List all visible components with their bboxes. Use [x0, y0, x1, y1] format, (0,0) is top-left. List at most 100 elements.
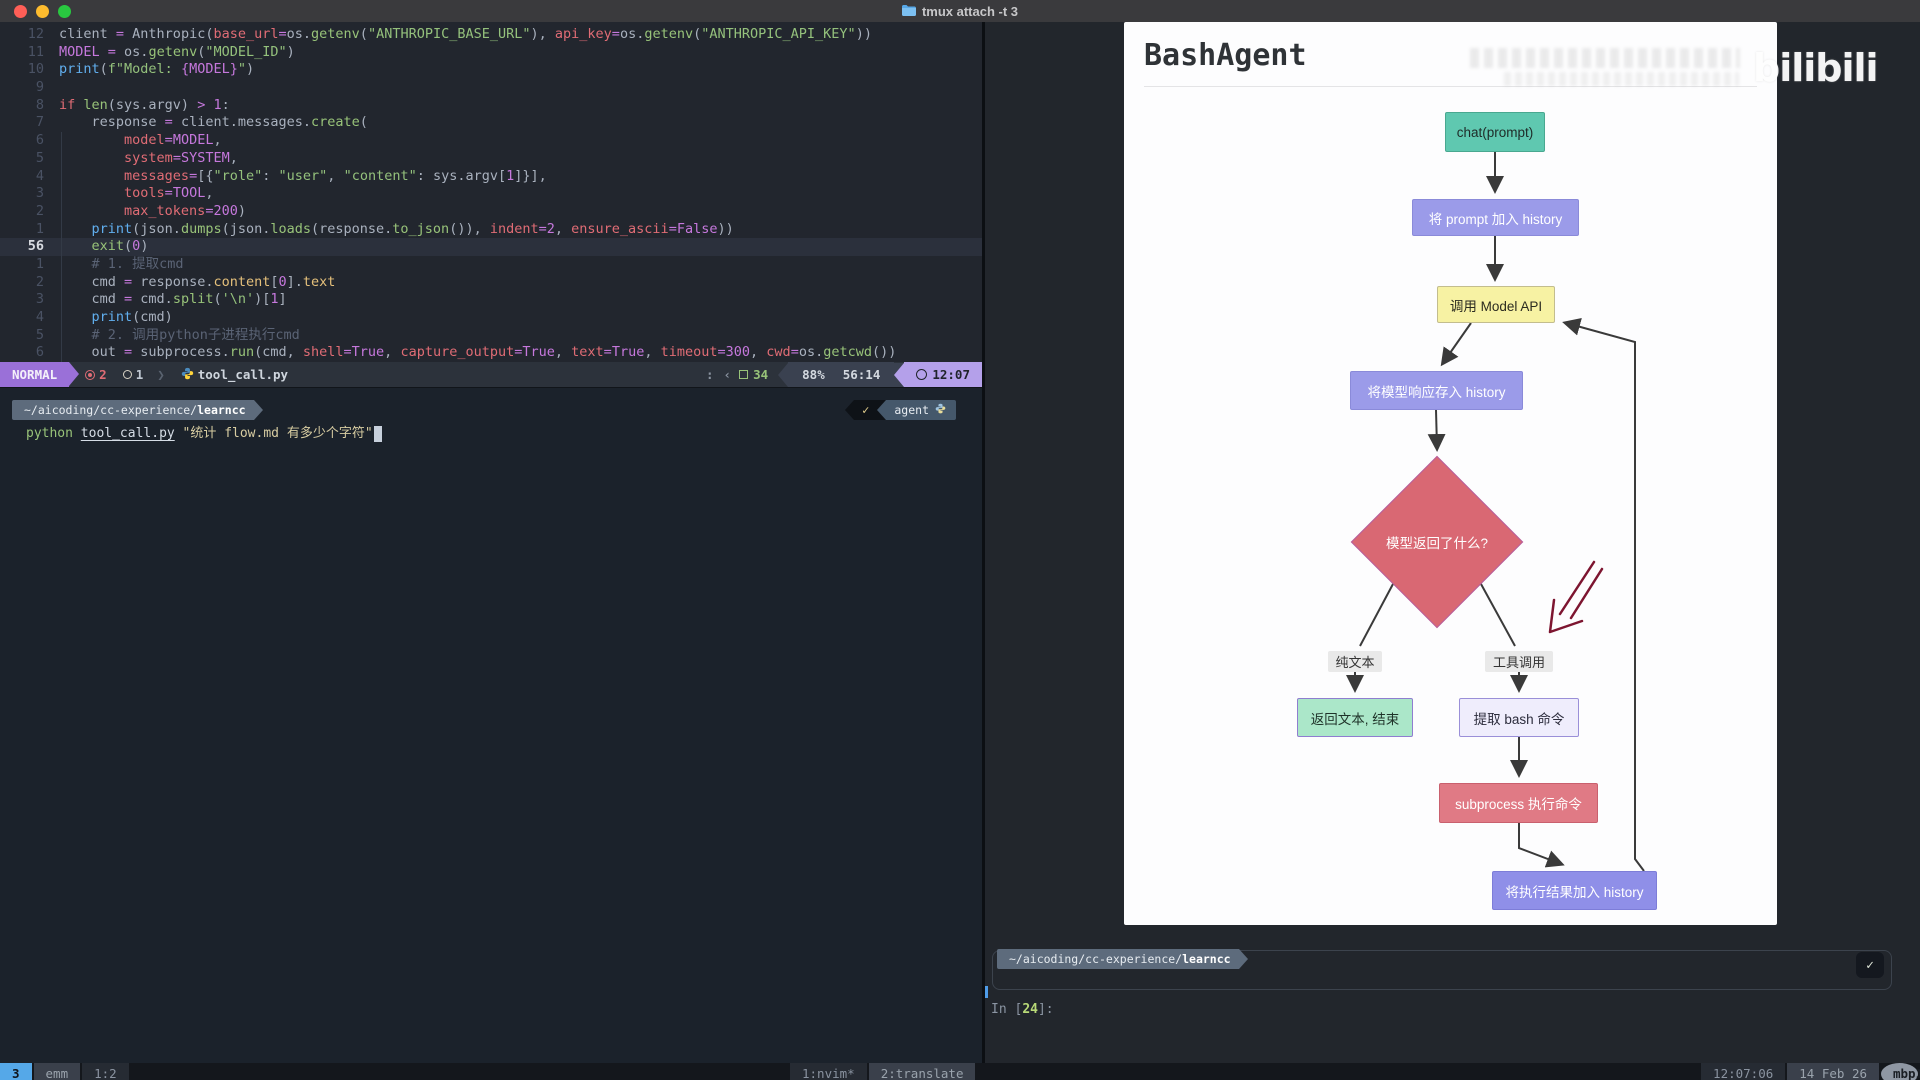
code-line[interactable]: 5 system=SYSTEM,: [0, 150, 982, 168]
cwd-badge: ~/aicoding/cc-experience/learncc: [997, 949, 1239, 969]
cursor-position: 56:14: [843, 362, 881, 387]
tmux-segment[interactable]: 1:2: [82, 1063, 129, 1080]
scroll-percent: 88%: [802, 362, 825, 387]
python-icon: [181, 367, 194, 383]
right-prompt: ✓ agent: [845, 400, 956, 420]
exit-status-check: ✓: [1856, 952, 1884, 978]
code-line[interactable]: 10print(f"Model: {MODEL}"): [0, 61, 982, 79]
indent-guide: [61, 132, 62, 382]
cell-indicator: [985, 986, 988, 998]
embedded-terminal[interactable]: ~/aicoding/cc-experience/learncc ✓ agent…: [0, 388, 982, 1063]
tmux-center: 1:nvim*2:translate: [790, 1063, 977, 1080]
tmux-segment[interactable]: 2:translate: [869, 1063, 976, 1080]
code-line[interactable]: 2 max_tokens=200): [0, 203, 982, 221]
cwd-prefix: ~/aicoding/cc-experience/: [24, 403, 197, 417]
tmux-segment[interactable]: 12:07:06: [1701, 1063, 1785, 1080]
code-line[interactable]: 4 print(cmd): [0, 309, 982, 327]
tmux-segment[interactable]: 1:nvim*: [790, 1063, 867, 1080]
check-icon: ✓: [1866, 958, 1874, 973]
tmux-segment[interactable]: mbp14-m7: [1881, 1063, 1918, 1080]
flow-node-call-model-api: 调用 Model API: [1437, 286, 1555, 323]
code-line[interactable]: 56 exit(0): [0, 238, 982, 256]
code-line[interactable]: 8if len(sys.argv) > 1:: [0, 97, 982, 115]
flow-node-label: 工具调用: [1489, 652, 1549, 671]
in-prompt-prefix: In [: [991, 1002, 1022, 1017]
tmux-segment[interactable]: 14 Feb 26: [1787, 1063, 1879, 1080]
diagnostic-hints: 1: [123, 367, 144, 382]
package-icon: [739, 370, 748, 379]
flow-node-add-prompt-history: 将 prompt 加入 history: [1412, 199, 1579, 236]
chevron-left-icon: ‹: [724, 367, 732, 382]
flow-node-label: 提取 bash 命令: [1470, 708, 1569, 728]
flow-node-label: subprocess 执行命令: [1451, 793, 1586, 813]
powerline-separator: [778, 363, 788, 387]
tmux-pane-editor[interactable]: 12client = Anthropic(base_url=os.getenv(…: [0, 22, 982, 1063]
code-line[interactable]: 5 # 2. 调用python子进程执行cmd: [0, 327, 982, 345]
position-segment: 88% 56:14: [788, 362, 894, 387]
cwd-prefix: ~/aicoding/cc-experience/: [1009, 952, 1182, 966]
flow-node-return-text-end: 返回文本, 结束: [1297, 698, 1413, 737]
code-line[interactable]: 9: [0, 79, 982, 97]
diagnostic-errors: 2: [85, 367, 107, 382]
prompt-line: ~/aicoding/cc-experience/learncc ✓ agent: [0, 400, 982, 420]
window-titlebar: tmux attach -t 3: [0, 0, 1920, 23]
ipython-prompt[interactable]: In [24]:: [991, 1002, 1054, 1017]
vim-mode-segment: NORMAL: [0, 362, 69, 387]
window-title-text: tmux attach -t 3: [922, 4, 1018, 19]
flow-node-label: 纯文本: [1331, 652, 1378, 671]
tmux-left: 3emm1:2: [0, 1063, 131, 1080]
cwd-dirname: learncc: [1182, 952, 1230, 966]
code-editor[interactable]: 12client = Anthropic(base_url=os.getenv(…: [0, 22, 982, 362]
command-tokens: python tool_call.py "统计 flow.md 有多少个字符": [26, 425, 373, 443]
check-icon: ✓: [862, 403, 869, 417]
cwd-badge: ~/aicoding/cc-experience/learncc: [12, 400, 254, 420]
window-title: tmux attach -t 3: [0, 4, 1920, 19]
clock-icon: [916, 369, 927, 380]
code-line[interactable]: 3 tools=TOOL,: [0, 185, 982, 203]
code-line[interactable]: 2 cmd = response.content[0].text: [0, 274, 982, 292]
env-name: agent: [894, 400, 929, 420]
python-icon: [935, 400, 946, 420]
flow-node-add-result-history: 将执行结果加入 history: [1492, 871, 1657, 910]
hand-drawn-arrow: [1550, 562, 1602, 632]
flow-node-label-plain-text: 纯文本: [1328, 651, 1382, 672]
code-line[interactable]: 6 model=MODEL,: [0, 132, 982, 150]
powerline-separator: [845, 400, 854, 420]
in-prompt-number: 24: [1022, 1002, 1038, 1017]
flow-node-chat: chat(prompt): [1445, 112, 1545, 152]
flow-node-extract-bash: 提取 bash 命令: [1459, 698, 1579, 737]
statusline-separator: ❯: [157, 367, 165, 382]
tmux-right: 12:07:0614 Feb 26mbp14-m7: [1701, 1063, 1920, 1080]
flow-node-label: 将 prompt 加入 history: [1425, 208, 1567, 228]
code-line[interactable]: 1 print(json.dumps(json.loads(response.t…: [0, 221, 982, 239]
tmux-segment[interactable]: emm: [34, 1063, 81, 1080]
env-badge: agent: [886, 400, 956, 420]
code-line[interactable]: 3 cmd = cmd.split('\n')[1]: [0, 291, 982, 309]
command-input[interactable]: python tool_call.py "统计 flow.md 有多少个字符": [26, 425, 382, 443]
code-line[interactable]: 11MODEL = os.getenv("MODEL_ID"): [0, 44, 982, 62]
code-line[interactable]: 6 out = subprocess.run(cmd, shell=True, …: [0, 344, 982, 362]
tmux-segment[interactable]: 3: [0, 1063, 32, 1080]
folder-icon: [902, 4, 916, 19]
flow-node-store-response: 将模型响应存入 history: [1350, 371, 1523, 410]
flow-node-label: 模型返回了什么?: [1382, 532, 1492, 552]
flowchart-panel: BashAgent: [1124, 22, 1777, 925]
tmux-pane-repl[interactable]: BashAgent: [985, 22, 1920, 1063]
tmux-statusbar: 3emm1:2 1:nvim*2:translate 12:07:0614 Fe…: [0, 1063, 1920, 1080]
terminal-cursor: [374, 426, 382, 442]
statusline-colon: :: [706, 367, 714, 382]
flow-node-decision: 模型返回了什么?: [1352, 457, 1522, 627]
code-line[interactable]: 4 messages=[{"role": "user", "content": …: [0, 168, 982, 186]
flow-node-label: 调用 Model API: [1446, 295, 1546, 315]
flow-node-subprocess-exec: subprocess 执行命令: [1439, 783, 1598, 823]
flow-node-label: chat(prompt): [1453, 125, 1538, 140]
package-count: 34: [753, 367, 768, 382]
filename-text: tool_call.py: [198, 367, 288, 382]
lightbulb-icon: [123, 370, 132, 379]
code-line[interactable]: 7 response = client.messages.create(: [0, 114, 982, 132]
cwd-dirname: learncc: [197, 403, 245, 417]
time-segment: 12:07: [904, 362, 982, 387]
exit-status-check: ✓: [854, 400, 877, 420]
code-line[interactable]: 12client = Anthropic(base_url=os.getenv(…: [0, 26, 982, 44]
code-line[interactable]: 1 # 1. 提取cmd: [0, 256, 982, 274]
